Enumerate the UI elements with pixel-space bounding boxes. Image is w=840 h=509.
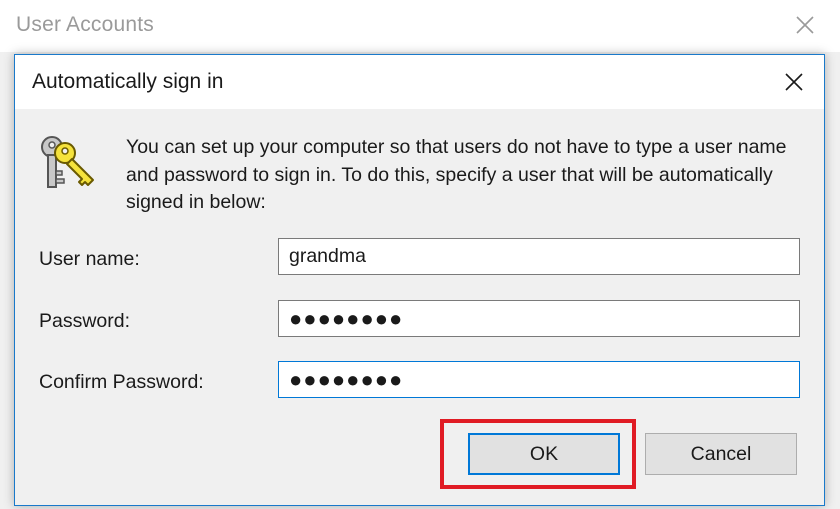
confirm-password-input[interactable] [278, 361, 800, 398]
background-content [0, 52, 15, 509]
username-input[interactable] [278, 238, 800, 275]
user-accounts-title: User Accounts [16, 13, 154, 36]
background-close-button[interactable] [788, 8, 822, 42]
ok-button[interactable]: OK [468, 433, 620, 475]
password-label: Password: [39, 310, 131, 332]
username-label: User name: [39, 248, 140, 270]
cancel-button[interactable]: Cancel [645, 433, 797, 475]
auto-sign-in-dialog: Automatically sign in You can set up you… [14, 54, 825, 506]
close-icon [785, 73, 803, 91]
dialog-titlebar: Automatically sign in [15, 55, 824, 109]
confirm-password-label: Confirm Password: [39, 371, 204, 393]
close-icon [796, 16, 814, 34]
dialog-title: Automatically sign in [32, 70, 224, 93]
dialog-description: You can set up your computer so that use… [126, 136, 787, 213]
dialog-close-button[interactable] [777, 65, 811, 99]
user-accounts-titlebar: User Accounts [0, 0, 840, 52]
keys-icon [35, 133, 99, 197]
password-input[interactable] [278, 300, 800, 337]
